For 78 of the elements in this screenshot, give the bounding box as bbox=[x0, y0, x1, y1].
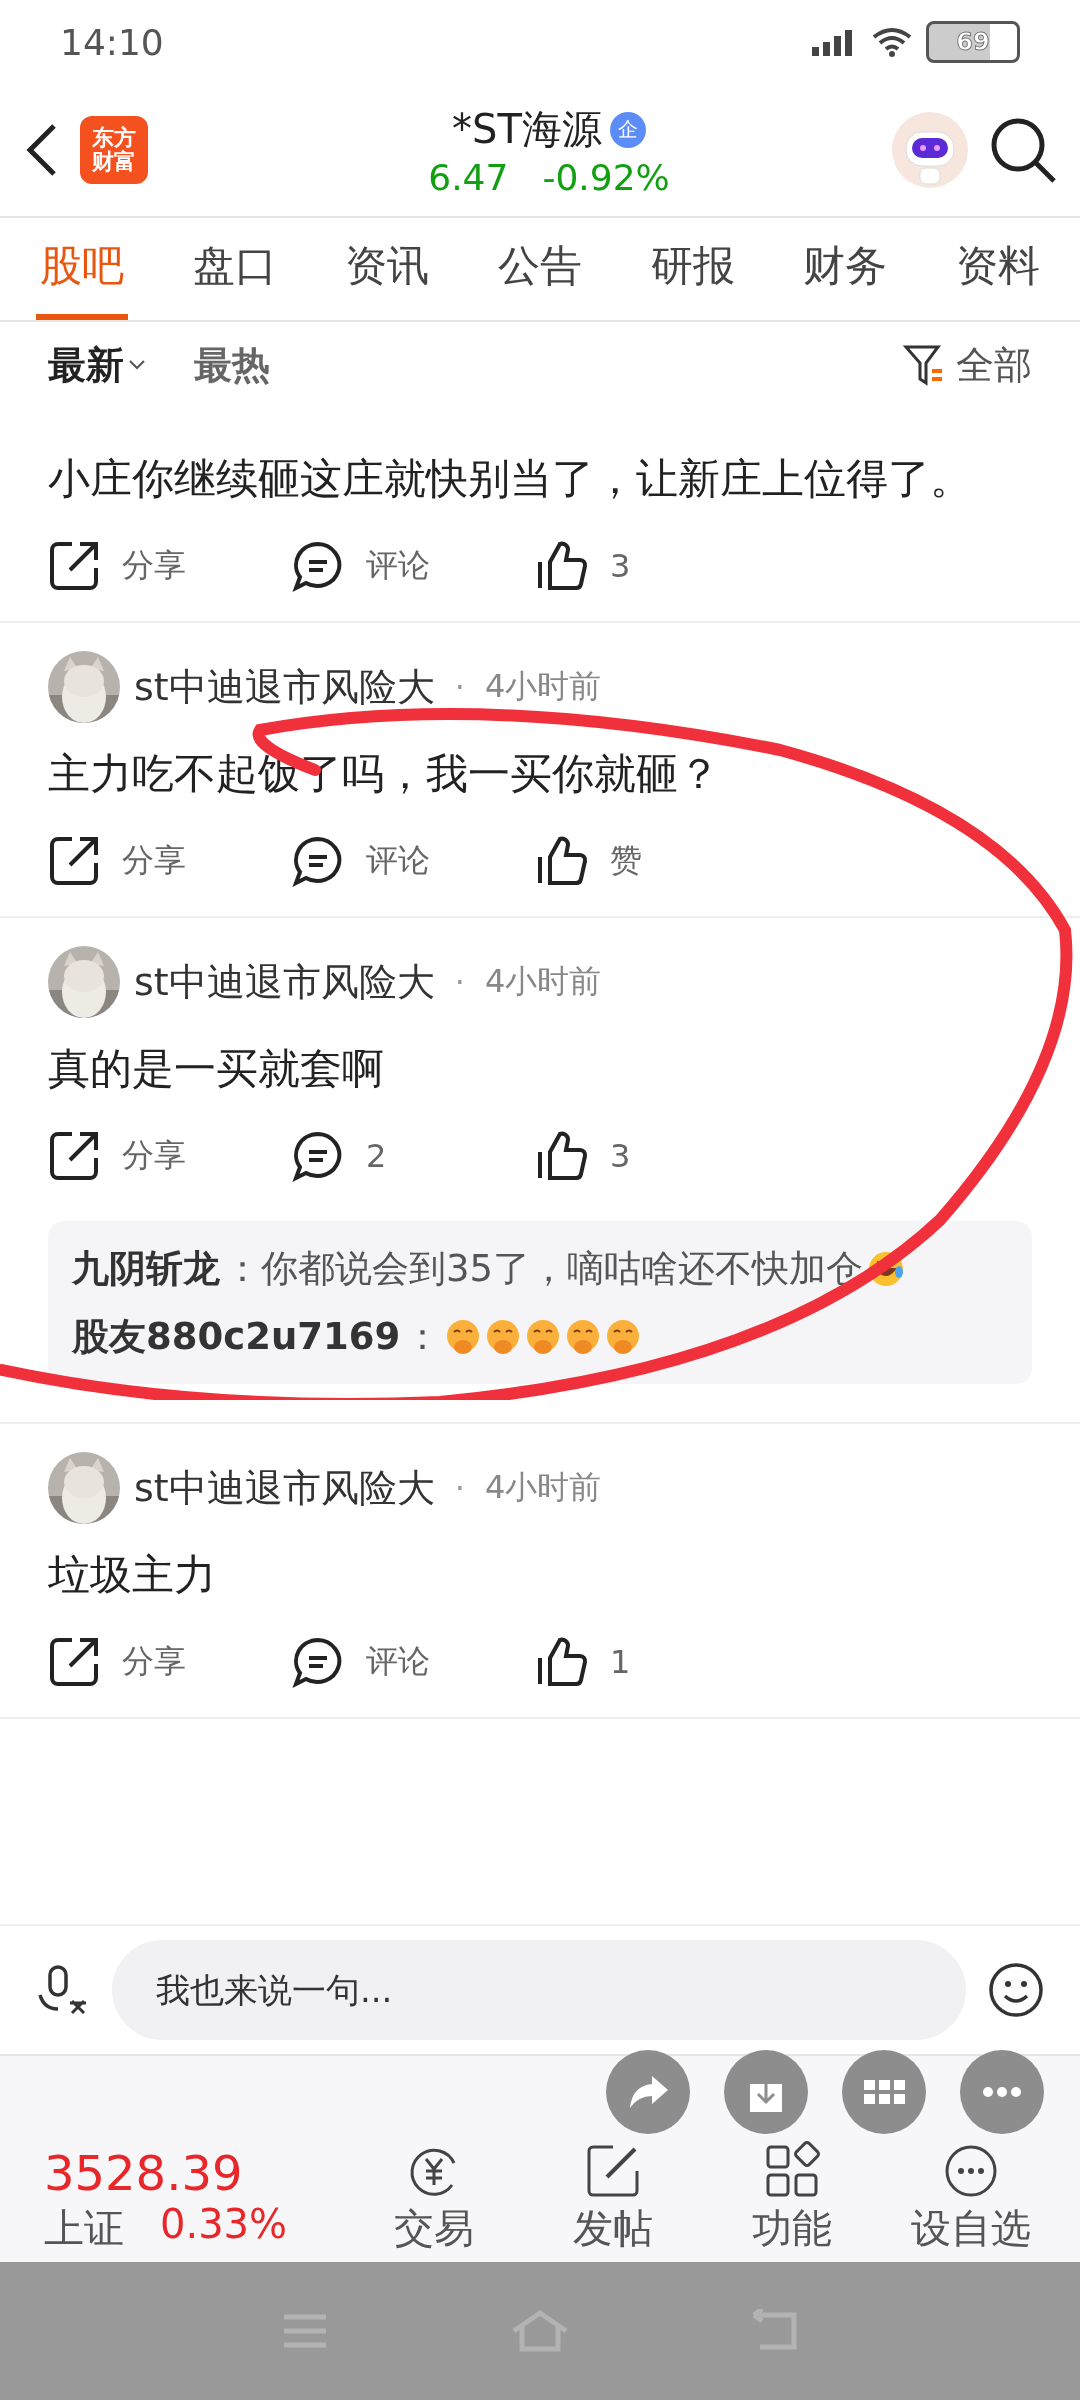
sort-tab[interactable]: 最热 bbox=[194, 339, 270, 391]
comment-icon bbox=[292, 1636, 344, 1689]
price-change: -0.92% bbox=[542, 157, 670, 198]
thumbs-up-icon bbox=[536, 1636, 588, 1689]
reply-author[interactable]: 九阴斩龙 bbox=[72, 1241, 220, 1297]
comment-input[interactable]: 我也来说一句... bbox=[112, 1940, 966, 2040]
giggle-emoji-icon bbox=[525, 1318, 562, 1355]
like-button[interactable]: 赞 bbox=[536, 835, 780, 888]
stock-price: 6.47 bbox=[428, 157, 509, 198]
share-icon bbox=[48, 540, 100, 593]
nav-item[interactable]: 设自选 bbox=[881, 2141, 1060, 2256]
comment-button[interactable]: 2 bbox=[292, 1130, 536, 1183]
wifi-icon bbox=[872, 27, 912, 57]
status-time: 14:10 bbox=[60, 21, 164, 63]
tab[interactable]: 公告 bbox=[493, 218, 586, 320]
share-button[interactable]: 分享 bbox=[48, 1130, 292, 1183]
index-change: 0.33% bbox=[160, 2201, 288, 2249]
share-button[interactable]: 分享 bbox=[48, 540, 292, 593]
thumbs-up-icon bbox=[536, 540, 588, 593]
thumbs-up-icon bbox=[536, 1130, 588, 1183]
share-icon bbox=[48, 1636, 100, 1689]
battery-icon: 69 bbox=[926, 21, 1020, 63]
share-fab-icon[interactable] bbox=[606, 2050, 690, 2134]
comment-icon bbox=[292, 1130, 344, 1183]
comment-icon bbox=[292, 540, 344, 593]
separator-dot: · bbox=[454, 963, 465, 1002]
laughing-emoji-icon bbox=[867, 1250, 906, 1289]
share-icon bbox=[48, 1130, 100, 1183]
like-button[interactable]: 3 bbox=[536, 1130, 780, 1183]
tab[interactable]: 盘口 bbox=[188, 218, 281, 320]
app-logo: 东方 财富 bbox=[80, 116, 148, 184]
separator-dot: · bbox=[454, 668, 465, 707]
index-name: 上证 bbox=[44, 2204, 124, 2253]
grid-fab-icon[interactable] bbox=[842, 2050, 926, 2134]
tab[interactable]: 股吧 bbox=[36, 218, 128, 320]
sort-tab[interactable]: 最新 bbox=[48, 339, 146, 391]
more-fab-icon[interactable] bbox=[960, 2050, 1044, 2134]
post-time: 4小时前 bbox=[484, 1467, 602, 1509]
author-name[interactable]: st中迪退市风险大 bbox=[134, 661, 435, 713]
tab[interactable]: 财务 bbox=[799, 218, 892, 320]
author-name[interactable]: st中迪退市风险大 bbox=[134, 956, 435, 1008]
dropdown-caret-icon bbox=[128, 359, 146, 371]
robot-avatar-icon[interactable] bbox=[890, 110, 970, 190]
stock-title: *ST海源 bbox=[452, 105, 602, 154]
post-text: 小庄你继续砸这庄就快别当了，让新庄上位得了。 bbox=[48, 453, 973, 505]
post-text: 真的是一买就套啊 bbox=[48, 1043, 385, 1096]
share-button[interactable]: 分享 bbox=[48, 835, 292, 888]
nav-item[interactable]: 功能 bbox=[702, 2141, 881, 2256]
share-button[interactable]: 分享 bbox=[48, 1636, 292, 1689]
comment-button[interactable]: 评论 bbox=[292, 835, 536, 888]
nav-item[interactable]: 交易 bbox=[344, 2141, 523, 2256]
nav-item[interactable]: 发帖 bbox=[523, 2141, 702, 2256]
thumbs-up-icon bbox=[536, 835, 588, 888]
emoji-icon[interactable] bbox=[988, 1962, 1044, 2018]
download-fab-icon[interactable] bbox=[724, 2050, 808, 2134]
like-button[interactable]: 1 bbox=[536, 1636, 780, 1689]
tab[interactable]: 资讯 bbox=[341, 218, 434, 320]
giggle-emoji-icon bbox=[485, 1318, 522, 1355]
like-button[interactable]: 3 bbox=[536, 540, 780, 593]
share-icon bbox=[48, 835, 100, 888]
post-time: 4小时前 bbox=[484, 961, 602, 1003]
reply-author[interactable]: 股友880c2u7169 bbox=[72, 1308, 401, 1365]
verified-badge: 企 bbox=[609, 111, 646, 148]
separator-dot: · bbox=[454, 1469, 465, 1508]
comment-button[interactable]: 评论 bbox=[292, 540, 536, 593]
comment-icon bbox=[292, 835, 344, 888]
giggle-emoji-icon bbox=[565, 1318, 602, 1355]
tab[interactable]: 资料 bbox=[951, 218, 1044, 320]
giggle-emoji-icon bbox=[605, 1318, 642, 1355]
tab[interactable]: 研报 bbox=[646, 218, 739, 320]
giggle-emoji-icon bbox=[445, 1318, 482, 1355]
filter-button[interactable]: 全部 bbox=[956, 339, 1032, 391]
comment-button[interactable]: 评论 bbox=[292, 1636, 536, 1689]
post-text: 垃圾主力 bbox=[48, 1549, 217, 1602]
author-name[interactable]: st中迪退市风险大 bbox=[134, 1462, 435, 1514]
post-time: 4小时前 bbox=[484, 666, 602, 708]
reply-text: ： bbox=[404, 1313, 442, 1360]
index-value: 3528.39 bbox=[44, 2145, 244, 2201]
